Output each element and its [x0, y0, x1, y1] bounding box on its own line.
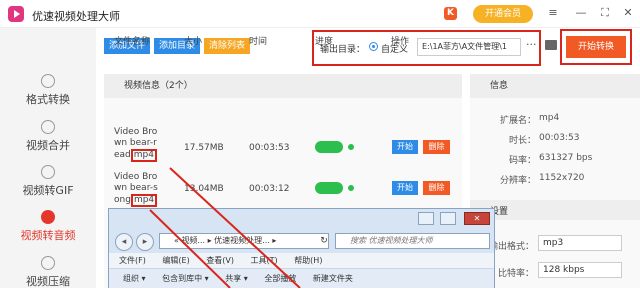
close-icon[interactable]: ✕ — [621, 6, 635, 20]
sidebar-item-label: 视频合并 — [26, 139, 70, 152]
forward-icon[interactable]: ▸ — [136, 233, 154, 251]
maximize-icon[interactable]: ⛶ — [598, 6, 612, 20]
progress-toggle[interactable] — [315, 141, 343, 153]
progress-toggle[interactable] — [315, 182, 343, 194]
menu-view[interactable]: 查看(V) — [206, 256, 234, 265]
video-panel-title: 视频信息（2个） — [124, 81, 193, 91]
info-label: 扩展名： — [499, 116, 536, 126]
row-start-button[interactable]: 开始 — [392, 140, 418, 154]
format-select[interactable]: mp3 — [538, 235, 622, 251]
table-row-filename: Video Brown bear-read mp4 — [114, 127, 158, 162]
app-title: 优速视频处理大师 — [32, 10, 120, 23]
file-size: 13.04MB — [184, 184, 224, 194]
start-button-group: 开始转换 — [560, 29, 632, 65]
include-library-button[interactable]: 包含到库中 ▾ — [162, 274, 209, 283]
explorer-address-bar[interactable]: « 视频... ▸ 优速视频处理... ▸ — [159, 233, 329, 249]
explorer-search-input[interactable]: 搜索 优速视频处理大师 — [335, 233, 490, 249]
info-label: 分辨率： — [499, 176, 536, 186]
menu-icon[interactable]: ≡ — [546, 6, 560, 20]
file-size: 17.57MB — [184, 143, 224, 153]
output-path-field[interactable]: E:\1A菲方\A文件管理\1 — [417, 38, 521, 56]
audio-icon — [41, 210, 55, 224]
sidebar-item-label: 视频转音频 — [20, 229, 76, 242]
settings-header: 设置 — [470, 200, 640, 220]
menu-tools[interactable]: 工具(T) — [251, 256, 278, 265]
status-dot — [348, 144, 354, 150]
file-ext-highlight: mp4 — [130, 149, 157, 162]
info-value: 00:03:53 — [539, 133, 580, 143]
explorer-toolbar: 组织 ▾ 包含到库中 ▾ 共享 ▾ 全部播放 新建文件夹 — [109, 268, 494, 288]
menu-help[interactable]: 帮助(H) — [294, 256, 322, 265]
video-panel-header: 视频信息（2个） — [104, 74, 462, 98]
explorer-minimize-icon[interactable] — [418, 212, 434, 225]
title-bar: 优速视频处理大师 K 开通会员 ≡ — ⛶ ✕ — [0, 0, 640, 28]
organize-button[interactable]: 组织 ▾ — [123, 274, 146, 283]
row-delete-button[interactable]: 删除 — [423, 140, 450, 154]
menu-edit[interactable]: 编辑(E) — [162, 256, 189, 265]
column-header: 操作 — [391, 37, 410, 47]
info-value: 1152x720 — [539, 173, 585, 183]
minimize-icon[interactable]: — — [574, 6, 588, 20]
column-header: 大小 — [184, 37, 203, 47]
column-header: 进度 — [315, 37, 334, 47]
folder-icon[interactable] — [545, 40, 557, 50]
sidebar: 格式转换 视频合并 视频转GIF 视频转音频 视频压缩 — [0, 28, 96, 288]
back-icon[interactable]: ◂ — [115, 233, 133, 251]
column-header: 文件名称 — [114, 37, 151, 47]
sidebar-item-label: 视频转GIF — [22, 184, 74, 197]
sidebar-item-label: 视频压缩 — [26, 275, 70, 288]
vip-button[interactable]: 开通会员 — [473, 5, 533, 23]
file-time: 00:03:12 — [249, 184, 290, 194]
format-convert-icon — [41, 74, 55, 88]
status-dot — [348, 185, 354, 191]
gif-icon — [41, 165, 55, 179]
menu-file[interactable]: 文件(F) — [119, 256, 146, 265]
file-ext-highlight: mp4 — [130, 194, 158, 207]
app-logo-icon — [8, 6, 24, 22]
bitrate-select[interactable]: 128 kbps — [538, 262, 622, 278]
compress-icon — [41, 256, 55, 270]
sidebar-item-format-convert[interactable]: 格式转换 — [0, 74, 96, 107]
info-label: 时长： — [508, 136, 536, 146]
k-badge-icon[interactable]: K — [444, 7, 457, 20]
new-folder-button[interactable]: 新建文件夹 — [313, 274, 353, 283]
custom-radio[interactable] — [369, 42, 378, 51]
sidebar-item-compress[interactable]: 视频压缩 — [0, 256, 96, 289]
explorer-menu-bar: 文件(F) 编辑(E) 查看(V) 工具(T) 帮助(H) — [109, 253, 494, 268]
browse-more-icon[interactable]: ··· — [526, 38, 537, 51]
sidebar-item-label: 格式转换 — [26, 93, 70, 106]
info-panel-title: 信息 — [490, 81, 509, 91]
clear-list-button[interactable]: 清除列表 — [204, 38, 250, 54]
sidebar-item-merge[interactable]: 视频合并 — [0, 120, 96, 153]
play-all-button[interactable]: 全部播放 — [264, 274, 296, 283]
explorer-close-icon[interactable]: ✕ — [464, 212, 490, 225]
file-time: 00:03:53 — [249, 143, 290, 153]
share-button[interactable]: 共享 ▾ — [225, 274, 248, 283]
explorer-maximize-icon[interactable] — [440, 212, 456, 225]
output-dir-group: 输出目录： 自定义 E:\1A菲方\A文件管理\1 ··· — [312, 30, 541, 66]
table-row-filename: Video Brown bear-song mp4 — [114, 172, 158, 207]
column-header: 时间 — [249, 37, 268, 47]
row-delete-button[interactable]: 删除 — [423, 181, 450, 195]
sidebar-item-gif[interactable]: 视频转GIF — [0, 165, 96, 198]
info-value: mp4 — [539, 113, 560, 123]
row-start-button[interactable]: 开始 — [392, 181, 418, 195]
refresh-icon[interactable]: ↻ — [316, 233, 332, 249]
sidebar-item-audio[interactable]: 视频转音频 — [0, 210, 96, 243]
info-label: 码率： — [508, 156, 536, 166]
start-convert-button[interactable]: 开始转换 — [566, 36, 626, 58]
merge-icon — [41, 120, 55, 134]
explorer-nav-bar: ◂ ▸ « 视频... ▸ 优速视频处理... ▸ ↻ 搜索 优速视频处理大师 — [109, 229, 494, 253]
info-panel-header: 信息 — [470, 74, 640, 98]
info-value: 631327 bps — [539, 153, 593, 163]
file-explorer-window: ✕ ◂ ▸ « 视频... ▸ 优速视频处理... ▸ ↻ 搜索 优速视频处理大… — [108, 208, 495, 288]
